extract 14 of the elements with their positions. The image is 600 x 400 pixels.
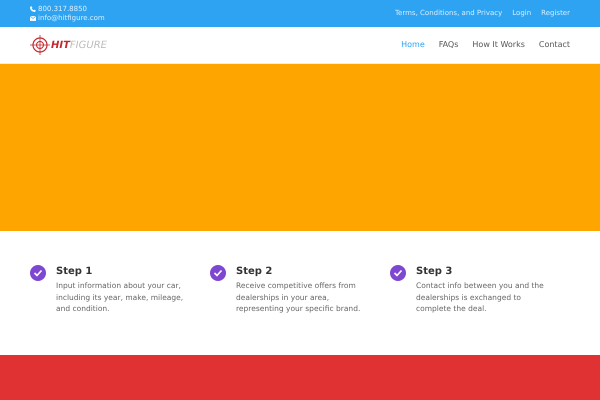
nav-link[interactable]: Contact bbox=[538, 39, 570, 51]
step-title: Step 3 bbox=[416, 265, 454, 279]
checkmark-icon bbox=[390, 265, 406, 281]
step-title: Step 2 bbox=[236, 265, 274, 279]
checkmark-icon bbox=[30, 265, 46, 281]
checkmark-icon bbox=[210, 265, 226, 281]
logo-text: HITFIGURE bbox=[51, 38, 107, 52]
phone-icon bbox=[30, 6, 36, 12]
nav-link[interactable]: How It Works bbox=[472, 39, 525, 51]
step-title: Step 1 bbox=[56, 265, 94, 279]
nav-link[interactable]: FAQs bbox=[438, 39, 458, 51]
envelope-icon bbox=[30, 16, 36, 20]
nav-link[interactable]: Home bbox=[401, 39, 425, 51]
crosshair-icon bbox=[30, 35, 50, 55]
